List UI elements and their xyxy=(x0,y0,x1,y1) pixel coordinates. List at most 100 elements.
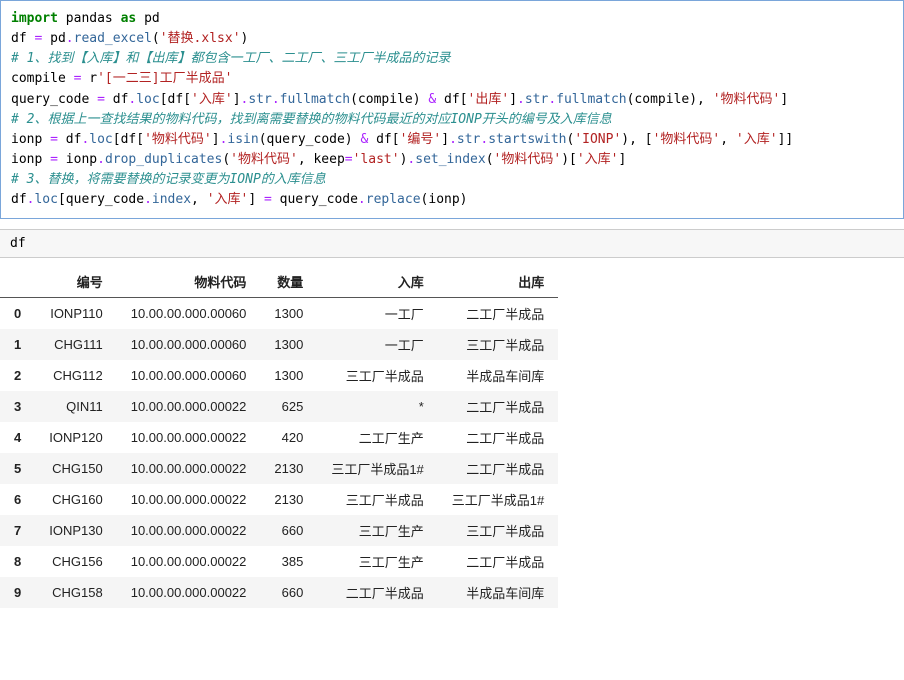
table-cell: QIN11 xyxy=(35,391,116,422)
kw: as xyxy=(121,11,137,26)
code-comment: # 2、根据上一查找结果的物料代码，找到离需要替换的物料代码最近的对应IONP开… xyxy=(11,110,893,130)
txt: )[ xyxy=(561,152,577,167)
table-cell: 三工厂半成品 xyxy=(438,329,558,360)
txt: ( xyxy=(486,152,494,167)
row-index: 3 xyxy=(0,391,35,422)
fn: read_excel xyxy=(74,31,152,46)
txt: [query_code xyxy=(58,192,144,207)
table-cell: 二工厂半成品 xyxy=(438,453,558,484)
txt: ] xyxy=(248,192,264,207)
str: '物料代码' xyxy=(653,132,721,147)
table-cell: 三工厂生产 xyxy=(317,546,437,577)
col-header: 出库 xyxy=(438,266,558,298)
txt: query_code xyxy=(11,92,97,107)
str: '[一二三]工厂半成品' xyxy=(97,71,232,86)
table-cell: 625 xyxy=(260,391,317,422)
row-index: 5 xyxy=(0,453,35,484)
table-cell: 10.00.00.000.00022 xyxy=(117,577,261,608)
attr: str xyxy=(248,92,271,107)
op: . xyxy=(358,192,366,207)
txt: , keep xyxy=(298,152,345,167)
str: '出库' xyxy=(468,92,510,107)
row-index: 9 xyxy=(0,577,35,608)
output-dataframe-table: 编号 物料代码 数量 入库 出库 0IONP11010.00.00.000.00… xyxy=(0,266,558,608)
txt: r xyxy=(81,71,97,86)
table-cell: CHG158 xyxy=(35,577,116,608)
txt: ] xyxy=(619,152,627,167)
table-cell: 10.00.00.000.00022 xyxy=(117,484,261,515)
txt: pd xyxy=(136,11,159,26)
table-cell: 半成品车间库 xyxy=(438,360,558,391)
txt: [df[ xyxy=(160,92,191,107)
txt: ] xyxy=(780,92,788,107)
attr: loc xyxy=(136,92,159,107)
txt: ] xyxy=(441,132,449,147)
table-row: 0IONP11010.00.00.000.000601300一工厂二工厂半成品 xyxy=(0,298,558,330)
str: '入库' xyxy=(736,132,778,147)
table-cell: 2130 xyxy=(260,453,317,484)
attr: str xyxy=(457,132,480,147)
txt: , xyxy=(191,192,207,207)
op: . xyxy=(449,132,457,147)
fn: drop_duplicates xyxy=(105,152,222,167)
attr: loc xyxy=(34,192,57,207)
str: '物料代码' xyxy=(144,132,212,147)
table-cell: 三工厂半成品 xyxy=(317,484,437,515)
op: = xyxy=(97,92,105,107)
txt: ionp xyxy=(11,132,50,147)
kw: import xyxy=(11,11,58,26)
fn: fullmatch xyxy=(280,92,350,107)
code-line: compile = r'[一二三]工厂半成品' xyxy=(11,69,893,89)
table-cell: 一工厂 xyxy=(317,329,437,360)
table-row: 3QIN1110.00.00.000.00022625*二工厂半成品 xyxy=(0,391,558,422)
table-cell: 二工厂生产 xyxy=(317,422,437,453)
table-cell: 三工厂半成品1# xyxy=(438,484,558,515)
txt: ), [ xyxy=(621,132,652,147)
table-cell: CHG160 xyxy=(35,484,116,515)
op: . xyxy=(548,92,556,107)
table-row: 9CHG15810.00.00.000.00022660二工厂半成品半成品车间库 xyxy=(0,577,558,608)
table-cell: 420 xyxy=(260,422,317,453)
table-row: 2CHG11210.00.00.000.000601300三工厂半成品半成品车间… xyxy=(0,360,558,391)
txt: df xyxy=(105,92,128,107)
txt: [df[ xyxy=(113,132,144,147)
table-cell: 660 xyxy=(260,577,317,608)
table-cell: 三工厂生产 xyxy=(317,515,437,546)
op: . xyxy=(272,92,280,107)
table-row: 6CHG16010.00.00.000.000222130三工厂半成品三工厂半成… xyxy=(0,484,558,515)
table-cell: IONP130 xyxy=(35,515,116,546)
attr: loc xyxy=(89,132,112,147)
txt: query_code xyxy=(272,192,358,207)
table-cell: 10.00.00.000.00022 xyxy=(117,391,261,422)
str: '物料代码' xyxy=(230,152,298,167)
table-cell: IONP110 xyxy=(35,298,116,330)
code-input-cell-2[interactable]: df xyxy=(0,229,904,258)
col-header: 物料代码 xyxy=(117,266,261,298)
table-row: 1CHG11110.00.00.000.000601300一工厂三工厂半成品 xyxy=(0,329,558,360)
op: . xyxy=(144,192,152,207)
txt: ionp xyxy=(11,152,50,167)
txt: pd xyxy=(42,31,65,46)
attr: str xyxy=(525,92,548,107)
table-cell: CHG156 xyxy=(35,546,116,577)
table-cell: 10.00.00.000.00022 xyxy=(117,515,261,546)
txt: ] xyxy=(212,132,220,147)
row-index: 4 xyxy=(0,422,35,453)
table-cell: 1300 xyxy=(260,298,317,330)
table-row: 4IONP12010.00.00.000.00022420二工厂生产二工厂半成品 xyxy=(0,422,558,453)
table-cell: 10.00.00.000.00060 xyxy=(117,329,261,360)
txt: ] xyxy=(233,92,241,107)
txt: df[ xyxy=(368,132,399,147)
op: . xyxy=(97,152,105,167)
code-input-cell[interactable]: import pandas as pd df = pd.read_excel('… xyxy=(0,0,904,219)
row-index: 2 xyxy=(0,360,35,391)
table-cell: 二工厂半成品 xyxy=(438,298,558,330)
op: = xyxy=(50,132,58,147)
table-cell: 三工厂半成品1# xyxy=(317,453,437,484)
row-index: 0 xyxy=(0,298,35,330)
code-line: query_code = df.loc[df['入库'].str.fullmat… xyxy=(11,90,893,110)
str: '物料代码' xyxy=(713,92,781,107)
col-header: 数量 xyxy=(260,266,317,298)
txt: ( xyxy=(222,152,230,167)
table-cell: 10.00.00.000.00022 xyxy=(117,546,261,577)
